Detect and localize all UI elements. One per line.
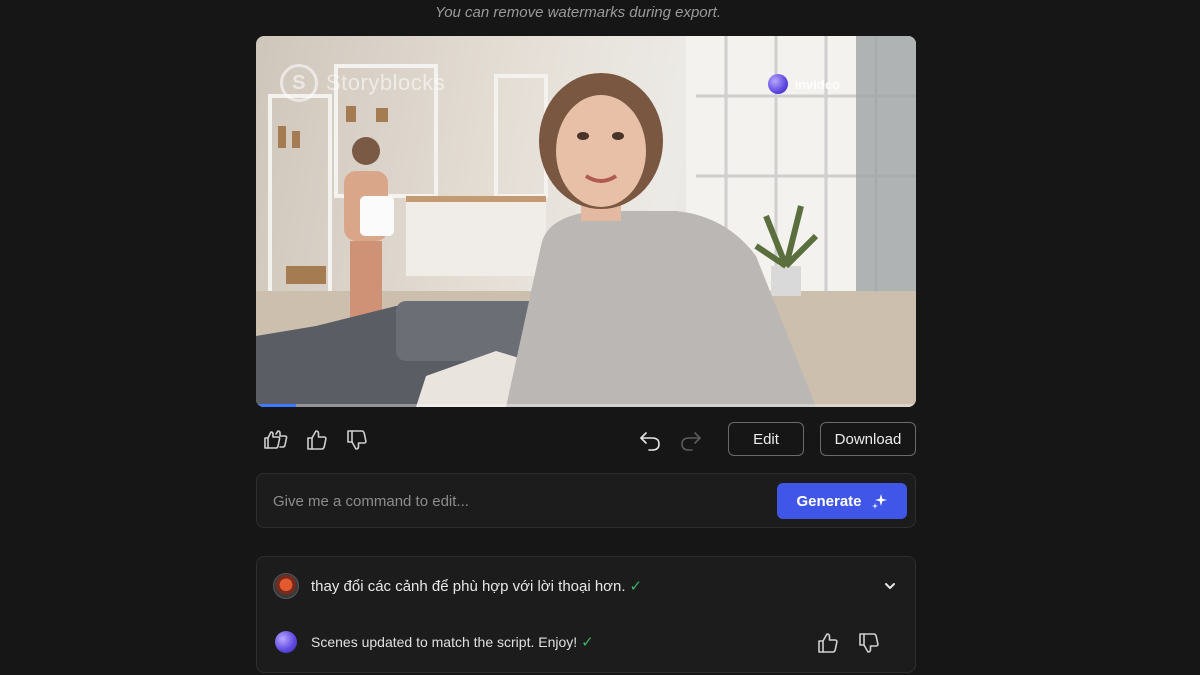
invideo-avatar-icon <box>275 631 297 653</box>
user-message-text: thay đổi các cảnh để phù hợp với lời tho… <box>311 577 642 595</box>
thumbs-up-icon[interactable] <box>302 425 332 455</box>
chevron-down-icon[interactable] <box>875 571 905 601</box>
storyblocks-logo-icon: S <box>280 64 318 102</box>
edit-history-panel: thay đổi các cảnh để phù hợp với lời tho… <box>256 556 916 673</box>
bot-message-row: Scenes updated to match the script. Enjo… <box>273 631 594 653</box>
download-button[interactable]: Download <box>820 422 916 456</box>
user-avatar <box>273 573 299 599</box>
generate-button[interactable]: Generate <box>777 483 907 519</box>
generate-button-label: Generate <box>796 492 862 510</box>
user-message: thay đổi các cảnh để phù hợp với lời tho… <box>311 578 626 595</box>
invideo-text: invideo <box>794 76 840 92</box>
bot-thumbs-down-icon[interactable] <box>854 628 884 658</box>
bot-message-text: Scenes updated to match the script. Enjo… <box>311 633 594 651</box>
undo-icon[interactable] <box>635 425 665 455</box>
edit-button[interactable]: Edit <box>728 422 804 456</box>
redo-icon[interactable] <box>676 425 706 455</box>
invideo-watermark: invideo <box>768 74 840 94</box>
thumbs-down-icon[interactable] <box>342 425 372 455</box>
sparkle-icon <box>871 494 887 509</box>
video-progress-bar[interactable] <box>256 404 916 407</box>
video-progress-fill <box>256 404 296 407</box>
storyblocks-text: Storyblocks <box>326 70 446 95</box>
video-player[interactable]: S Storyblocks invideo <box>256 36 916 407</box>
watermark-notice: You can remove watermarks during export. <box>435 4 721 21</box>
video-controls: Edit Download <box>256 422 916 458</box>
bot-message: Scenes updated to match the script. Enjo… <box>311 634 578 650</box>
double-thumbs-up-icon[interactable] <box>261 425 291 455</box>
command-input[interactable] <box>257 474 775 529</box>
storyblocks-watermark: S Storyblocks <box>280 64 445 102</box>
user-message-row: thay đổi các cảnh để phù hợp với lời tho… <box>273 573 642 599</box>
command-box: Generate <box>256 473 916 529</box>
bot-thumbs-up-icon[interactable] <box>813 628 843 658</box>
check-icon: ✓ <box>629 578 643 595</box>
check-icon: ✓ <box>581 634 594 651</box>
invideo-logo-icon <box>768 74 789 94</box>
